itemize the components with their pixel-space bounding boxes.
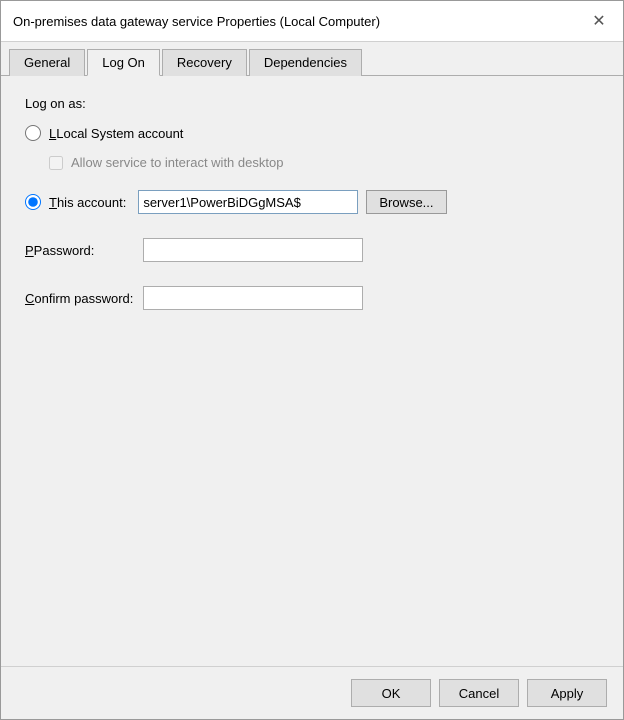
password-input[interactable] (143, 238, 363, 262)
this-account-label[interactable]: This account: (49, 195, 126, 210)
tab-dependencies[interactable]: Dependencies (249, 49, 362, 76)
tab-content: Log on as: LLocal System account Allow s… (1, 76, 623, 666)
close-button[interactable]: ✕ (587, 9, 611, 33)
ok-button[interactable]: OK (351, 679, 431, 707)
properties-window: On-premises data gateway service Propert… (0, 0, 624, 720)
account-input[interactable] (138, 190, 358, 214)
window-title: On-premises data gateway service Propert… (13, 14, 380, 29)
allow-desktop-label: Allow service to interact with desktop (71, 155, 283, 170)
cancel-button[interactable]: Cancel (439, 679, 519, 707)
footer: OK Cancel Apply (1, 666, 623, 719)
tab-recovery[interactable]: Recovery (162, 49, 247, 76)
confirm-password-row: Confirm password: (25, 286, 599, 310)
browse-button[interactable]: Browse... (366, 190, 446, 214)
confirm-password-label: Confirm password: (25, 291, 135, 306)
local-system-option: LLocal System account (25, 125, 599, 141)
allow-desktop-checkbox[interactable] (49, 156, 63, 170)
logon-section-label: Log on as: (25, 96, 599, 111)
title-bar: On-premises data gateway service Propert… (1, 1, 623, 42)
allow-desktop-block: Allow service to interact with desktop (49, 155, 599, 170)
logon-radio-group: LLocal System account Allow service to i… (25, 125, 599, 310)
password-row: PPassword: (25, 238, 599, 262)
tab-bar: General Log On Recovery Dependencies (1, 42, 623, 76)
this-account-option: This account: Browse... (25, 190, 599, 214)
local-system-label[interactable]: LLocal System account (49, 126, 183, 141)
close-icon: ✕ (592, 11, 605, 31)
local-system-radio[interactable] (25, 125, 41, 141)
confirm-password-input[interactable] (143, 286, 363, 310)
password-label: PPassword: (25, 243, 135, 258)
tab-logon[interactable]: Log On (87, 49, 160, 76)
this-account-radio[interactable] (25, 194, 41, 210)
apply-button[interactable]: Apply (527, 679, 607, 707)
tab-general[interactable]: General (9, 49, 85, 76)
